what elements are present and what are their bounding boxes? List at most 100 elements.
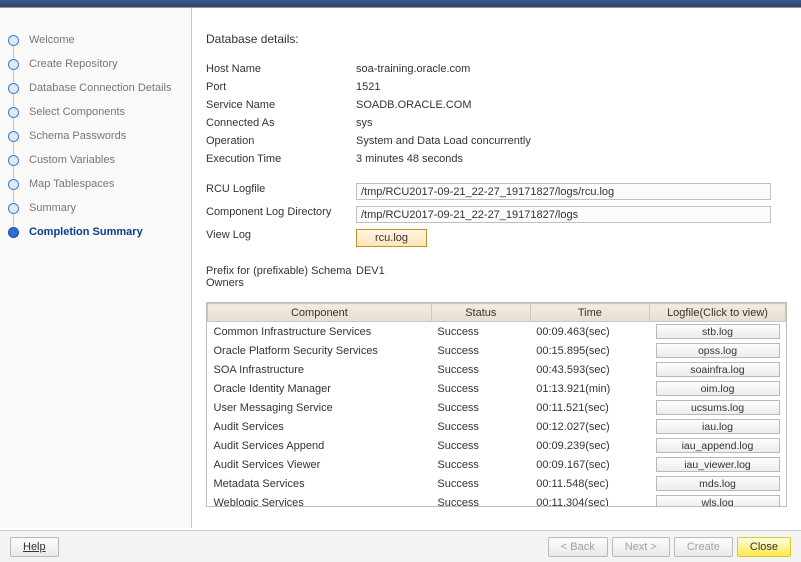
table-row: Common Infrastructure ServicesSuccess00:… <box>208 322 786 342</box>
step-label: Completion Summary <box>29 226 143 238</box>
step-label: Welcome <box>29 34 75 46</box>
wizard-sidebar: Welcome Create Repository Database Connect… <box>0 8 192 528</box>
cell-status: Success <box>431 398 530 417</box>
cell-status: Success <box>431 436 530 455</box>
table-row: Metadata ServicesSuccess00:11.548(sec) md… <box>208 474 786 493</box>
cell-status: Success <box>431 455 530 474</box>
prefix-label: Prefix for (prefixable) Schema Owners <box>206 262 356 292</box>
cell-time: 00:09.167(sec) <box>530 455 649 474</box>
close-button[interactable]: Close <box>737 537 791 557</box>
port-value: 1521 <box>356 78 787 96</box>
logfile-button[interactable]: oim.log <box>656 381 780 396</box>
section-title: Database details: <box>206 32 787 46</box>
cell-component: Audit Services Append <box>208 436 432 455</box>
cell-status: Success <box>431 474 530 493</box>
wizard-step[interactable]: Database Connection Details <box>8 76 183 100</box>
step-circle-icon <box>8 59 19 70</box>
th-logfile: Logfile(Click to view) <box>650 304 786 322</box>
th-status: Status <box>431 304 530 322</box>
table-row: Audit Services ViewerSuccess00:09.167(se… <box>208 455 786 474</box>
cell-status: Success <box>431 417 530 436</box>
step-label: Schema Passwords <box>29 130 126 142</box>
rcu-log-label: RCU Logfile <box>206 180 356 203</box>
wizard-step[interactable]: Completion Summary <box>8 220 183 244</box>
header-bar <box>0 0 801 8</box>
wizard-step[interactable]: Summary <box>8 196 183 220</box>
cell-component: Oracle Platform Security Services <box>208 341 432 360</box>
table-row: SOA InfrastructureSuccess00:43.593(sec)s… <box>208 360 786 379</box>
table-row: Oracle Identity ManagerSuccess01:13.921(… <box>208 379 786 398</box>
step-circle-icon <box>8 179 19 190</box>
view-log-label: View Log <box>206 226 356 250</box>
step-circle-icon <box>8 83 19 94</box>
wizard-step[interactable]: Create Repository <box>8 52 183 76</box>
footer-bar: Help < Back Next > Create Close <box>0 530 801 562</box>
connected-label: Connected As <box>206 114 356 132</box>
wizard-step[interactable]: Custom Variables <box>8 148 183 172</box>
cell-status: Success <box>431 360 530 379</box>
cell-status: Success <box>431 493 530 507</box>
logfile-button[interactable]: stb.log <box>656 324 780 339</box>
wizard-step[interactable]: Schema Passwords <box>8 124 183 148</box>
main-area: Welcome Create Repository Database Connect… <box>0 8 801 528</box>
database-details: Host Name soa-training.oracle.com Port 1… <box>206 60 787 168</box>
step-circle-icon <box>8 155 19 166</box>
step-circle-icon <box>8 107 19 118</box>
comp-log-label: Component Log Directory <box>206 203 356 226</box>
wizard-step[interactable]: Select Components <box>8 100 183 124</box>
logfile-button[interactable]: iau.log <box>656 419 780 434</box>
view-log-button[interactable]: rcu.log <box>356 229 427 247</box>
cell-component: Audit Services Viewer <box>208 455 432 474</box>
logfile-button[interactable]: iau_viewer.log <box>656 457 780 472</box>
exectime-value: 3 minutes 48 seconds <box>356 150 787 168</box>
operation-value: System and Data Load concurrently <box>356 132 787 150</box>
prefix-value: DEV1 <box>356 262 787 292</box>
step-circle-icon <box>8 35 19 46</box>
logfile-button[interactable]: iau_append.log <box>656 438 780 453</box>
th-component: Component <box>208 304 432 322</box>
cell-time: 00:09.463(sec) <box>530 322 649 342</box>
wizard-step[interactable]: Map Tablespaces <box>8 172 183 196</box>
cell-time: 01:13.921(min) <box>530 379 649 398</box>
logfile-button[interactable]: soainfra.log <box>656 362 780 377</box>
cell-component: Metadata Services <box>208 474 432 493</box>
table-row: Audit ServicesSuccess00:12.027(sec)iau.l… <box>208 417 786 436</box>
logfile-button[interactable]: mds.log <box>656 476 780 491</box>
cell-status: Success <box>431 379 530 398</box>
comp-log-field[interactable] <box>356 206 771 223</box>
cell-status: Success <box>431 341 530 360</box>
logfile-button[interactable]: ucsums.log <box>656 400 780 415</box>
logfile-button[interactable]: wls.log <box>656 495 780 507</box>
operation-label: Operation <box>206 132 356 150</box>
service-value: SOADB.ORACLE.COM <box>356 96 787 114</box>
wizard-step[interactable]: Welcome <box>8 28 183 52</box>
connected-value: sys <box>356 114 787 132</box>
host-label: Host Name <box>206 60 356 78</box>
table-row: Weblogic ServicesSuccess00:11.304(sec) wl… <box>208 493 786 507</box>
step-label: Select Components <box>29 106 125 118</box>
port-label: Port <box>206 78 356 96</box>
step-label: Create Repository <box>29 58 118 70</box>
next-button: Next > <box>612 537 670 557</box>
cell-time: 00:11.304(sec) <box>530 493 649 507</box>
step-circle-icon <box>8 131 19 142</box>
cell-component: Weblogic Services <box>208 493 432 507</box>
cell-status: Success <box>431 322 530 342</box>
cell-component: SOA Infrastructure <box>208 360 432 379</box>
table-row: Audit Services AppendSuccess00:09.239(se… <box>208 436 786 455</box>
cell-time: 00:12.027(sec) <box>530 417 649 436</box>
create-button: Create <box>674 537 733 557</box>
content-panel: Database details: Host Name soa-training… <box>192 8 801 528</box>
cell-component: Oracle Identity Manager <box>208 379 432 398</box>
cell-component: User Messaging Service <box>208 398 432 417</box>
help-button[interactable]: Help <box>10 537 59 557</box>
step-circle-icon <box>8 227 19 238</box>
cell-component: Common Infrastructure Services <box>208 322 432 342</box>
step-label: Custom Variables <box>29 154 115 166</box>
rcu-log-field[interactable] <box>356 183 771 200</box>
logfile-button[interactable]: opss.log <box>656 343 780 358</box>
component-table: Component Status Time Logfile(Click to v… <box>207 303 786 507</box>
prefix-details: Prefix for (prefixable) Schema Owners DE… <box>206 262 787 292</box>
exectime-label: Execution Time <box>206 150 356 168</box>
cell-time: 00:11.548(sec) <box>530 474 649 493</box>
